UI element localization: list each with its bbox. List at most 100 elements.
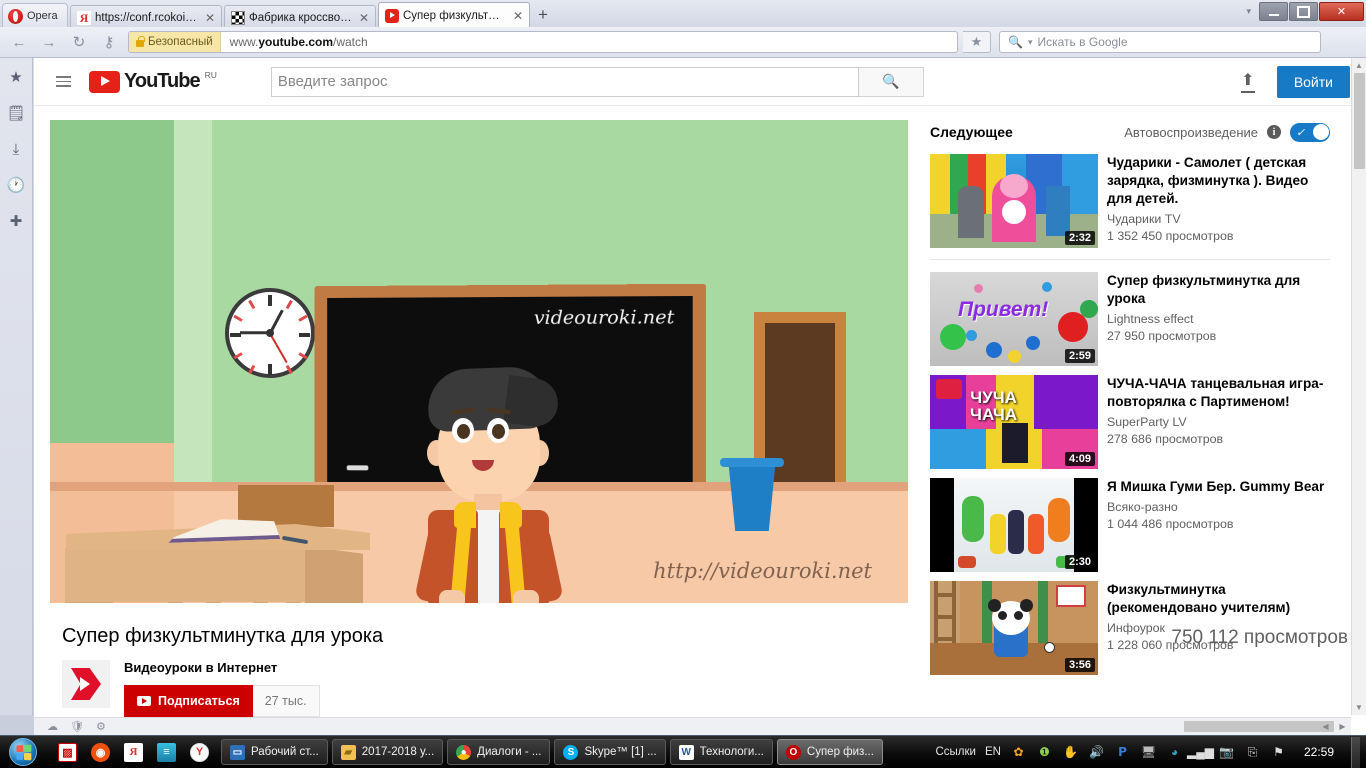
tab-close-icon[interactable]: ✕ bbox=[357, 12, 371, 24]
gear-icon[interactable]: ⚙ bbox=[96, 720, 106, 733]
update-icon[interactable]: ❶ bbox=[1036, 744, 1053, 761]
tab-0[interactable]: Я https://conf.rcokoit.ru ... ✕ bbox=[70, 5, 222, 29]
hamburger-icon[interactable] bbox=[54, 71, 73, 92]
search-input[interactable]: Введите запрос bbox=[270, 66, 859, 97]
yandex-icon[interactable]: Я bbox=[124, 742, 143, 762]
signal-icon[interactable]: ▂▄▆ bbox=[1187, 744, 1214, 761]
page-horizontal-scrollbar[interactable]: ☁ 🛡 ⚙ ◀ ▶ bbox=[34, 717, 1351, 735]
show-desktop-button[interactable] bbox=[1351, 736, 1360, 768]
video-meta: Я Мишка Гуми Бер. Gummy Bear Всяко-разно… bbox=[1107, 478, 1330, 572]
notes-icon[interactable]: 🗒 bbox=[5, 102, 27, 124]
video-thumbnail[interactable]: 3:56 bbox=[930, 581, 1098, 675]
browser-search-input[interactable]: 🔍 ▾ Искать в Google bbox=[999, 31, 1321, 53]
video-player[interactable]: videouroki.net http://videouroki.net bbox=[50, 120, 908, 603]
related-video-3[interactable]: 2:30 Я Мишка Гуми Бер. Gummy Bear Всяко-… bbox=[930, 478, 1330, 572]
forward-icon[interactable]: → bbox=[38, 31, 60, 53]
url-prefix: www. bbox=[229, 35, 259, 49]
tab-close-icon[interactable]: ✕ bbox=[511, 10, 525, 22]
channel-name[interactable]: Видеоуроки в Интернет bbox=[124, 660, 320, 675]
flower-icon[interactable]: ✿ bbox=[1010, 744, 1027, 761]
usb-icon[interactable]: ⎘ bbox=[1244, 744, 1261, 761]
skype-icon: S bbox=[563, 744, 579, 760]
related-video-0[interactable]: 2:32 Чударики - Самолет ( детская зарядк… bbox=[930, 154, 1330, 248]
scroll-down-icon[interactable]: ▼ bbox=[1352, 700, 1366, 715]
yandex-icon: Я bbox=[77, 10, 91, 25]
video-title[interactable]: Я Мишка Гуми Бер. Gummy Bear bbox=[1107, 478, 1330, 496]
links-label[interactable]: Ссылки bbox=[935, 746, 976, 758]
taskbar-item-1[interactable]: ▰ 2017-2018 у... bbox=[331, 739, 444, 765]
bookmark-star-icon[interactable]: ★ bbox=[963, 31, 991, 53]
channel-avatar[interactable] bbox=[62, 660, 110, 708]
scrollbar-thumb[interactable] bbox=[1354, 73, 1365, 169]
video-duration: 4:09 bbox=[1064, 452, 1095, 466]
language-indicator[interactable]: EN bbox=[985, 746, 1001, 758]
video-thumbnail[interactable]: 2:32 bbox=[930, 154, 1098, 248]
new-tab-button[interactable]: + bbox=[530, 5, 556, 25]
search-button[interactable]: 🔍 bbox=[858, 66, 924, 97]
tab-1[interactable]: Фабрика кроссвордов ✕ bbox=[224, 5, 376, 29]
video-title[interactable]: Супер физкультминутка для урока bbox=[1107, 272, 1330, 308]
tab-close-icon[interactable]: ✕ bbox=[203, 12, 217, 24]
video-duration: 2:32 bbox=[1064, 231, 1095, 245]
autoplay-toggle[interactable]: ✓ bbox=[1290, 122, 1330, 142]
hand-icon[interactable]: ✋ bbox=[1062, 744, 1079, 761]
search-placeholder: Искать в Google bbox=[1037, 35, 1128, 49]
star-icon[interactable]: ★ bbox=[5, 66, 27, 88]
taskbar-clock[interactable]: 22:59 bbox=[1296, 745, 1342, 759]
cloud-icon[interactable]: ☁ bbox=[47, 720, 58, 733]
taskbar-item-5[interactable]: O Супер физ... bbox=[776, 739, 883, 765]
hscrollbar-thumb[interactable] bbox=[1184, 721, 1334, 732]
video-duration: 2:59 bbox=[1064, 349, 1095, 363]
video-thumbnail[interactable]: 2:30 bbox=[930, 478, 1098, 572]
video-title[interactable]: Физкультминутка (рекомендовано учителям) bbox=[1107, 581, 1330, 617]
taskbar-item-3[interactable]: S Skype™ [1] ... bbox=[554, 739, 666, 765]
history-icon[interactable]: 🕐 bbox=[5, 174, 27, 196]
search-caret-icon[interactable]: ▾ bbox=[1028, 37, 1033, 48]
scroll-left-icon[interactable]: ◀ bbox=[1317, 722, 1334, 731]
maximize-button[interactable] bbox=[1289, 2, 1318, 21]
info-icon[interactable]: i bbox=[1267, 125, 1281, 139]
quick-launch-bar: ▨ ◉ Я ≡ Y bbox=[46, 742, 221, 762]
video-title[interactable]: Чударики - Самолет ( детская зарядка, фи… bbox=[1107, 154, 1330, 208]
opera-menu-button[interactable]: Opera bbox=[2, 3, 68, 28]
reload-icon[interactable]: ↻ bbox=[68, 31, 90, 53]
punto-icon[interactable]: 𝗣 bbox=[1114, 744, 1131, 761]
start-button[interactable] bbox=[0, 737, 46, 768]
key-icon[interactable]: ⚷ bbox=[98, 31, 120, 53]
minimize-button[interactable] bbox=[1259, 2, 1288, 21]
check-icon: ✓ bbox=[1296, 126, 1306, 139]
scroll-right-icon[interactable]: ▶ bbox=[1334, 722, 1351, 731]
related-video-1[interactable]: Привет! 2:59 Супер физкультминутка для у… bbox=[930, 272, 1330, 366]
volume-icon[interactable]: 🔊 bbox=[1088, 744, 1105, 761]
flag-icon[interactable]: ⚑ bbox=[1270, 744, 1287, 761]
youtube-logo[interactable]: YouTube RU bbox=[89, 70, 217, 93]
scroll-up-icon[interactable]: ▲ bbox=[1352, 58, 1366, 73]
video-thumbnail[interactable]: Привет! 2:59 bbox=[930, 272, 1098, 366]
add-icon[interactable]: ✚ bbox=[5, 210, 27, 232]
antivirus-icon[interactable]: ◕ bbox=[1166, 744, 1183, 761]
taskbar-item-4[interactable]: W Технологи... bbox=[669, 739, 773, 765]
taskbar-item-0[interactable]: ▭ Рабочий ст... bbox=[221, 739, 328, 765]
related-video-2[interactable]: ЧУЧА ЧАЧА 4:09 ЧУЧА-ЧАЧА танцевальная игр… bbox=[930, 375, 1330, 469]
network-monitor-icon[interactable]: 🖥 bbox=[1140, 744, 1157, 761]
yandex-browser-icon[interactable]: Y bbox=[190, 742, 209, 762]
subscribe-button[interactable]: Подписаться bbox=[124, 685, 253, 717]
shield-icon[interactable]: 🛡 bbox=[70, 720, 84, 733]
upload-icon[interactable]: ⬆ bbox=[1240, 70, 1255, 93]
back-icon[interactable]: ← bbox=[8, 31, 30, 53]
archive-icon[interactable]: ≡ bbox=[157, 742, 176, 762]
media-icon[interactable]: ▨ bbox=[58, 742, 77, 762]
close-button[interactable]: ✕ bbox=[1319, 2, 1364, 21]
page-vertical-scrollbar[interactable]: ▲ ▼ bbox=[1351, 58, 1366, 715]
video-title[interactable]: ЧУЧА-ЧАЧА танцевальная игра-повторялка с… bbox=[1107, 375, 1330, 411]
sign-in-button[interactable]: Войти bbox=[1276, 65, 1350, 98]
video-thumbnail[interactable]: ЧУЧА ЧАЧА 4:09 bbox=[930, 375, 1098, 469]
downloads-icon[interactable]: ⤓ bbox=[5, 138, 27, 160]
camera-icon[interactable]: 📷 bbox=[1218, 744, 1235, 761]
player-icon[interactable]: ◉ bbox=[91, 742, 110, 762]
taskbar-item-2[interactable]: ● Диалоги - ... bbox=[447, 739, 551, 765]
tab-2[interactable]: Супер физкультминут... ✕ bbox=[378, 2, 530, 28]
chevron-down-icon[interactable]: ▾ bbox=[1246, 6, 1251, 17]
address-bar[interactable]: Безопасный www.youtube.com/watch bbox=[128, 31, 958, 53]
video-channel: Чударики TV bbox=[1107, 212, 1181, 226]
